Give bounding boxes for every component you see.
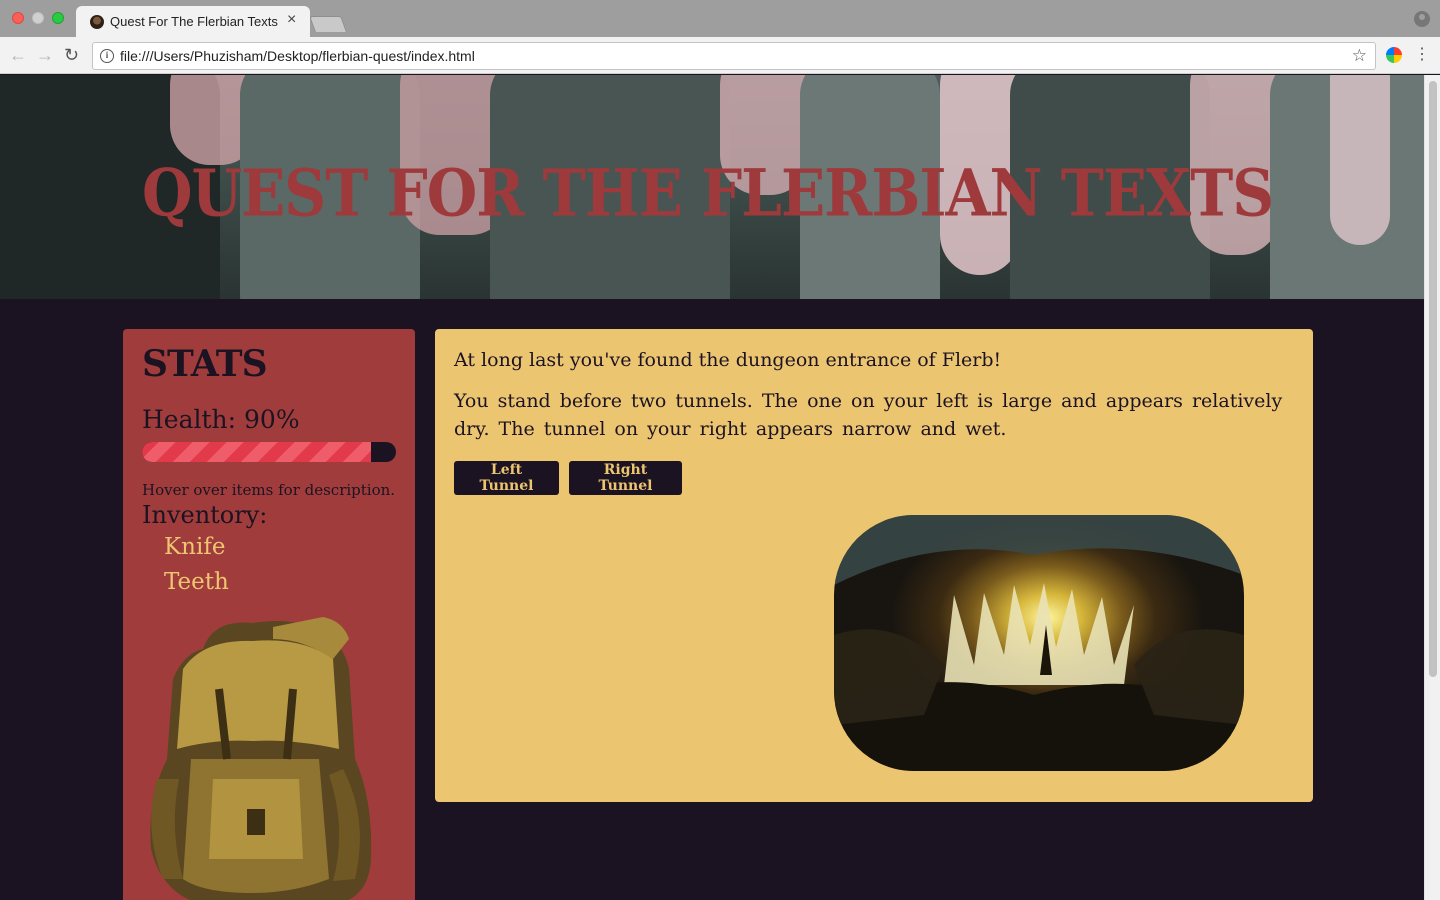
header-banner: Quest For The Flerbian Texts [0, 75, 1424, 299]
info-icon[interactable]: i [100, 49, 114, 63]
browser-tab[interactable]: Quest For The Flerbian Texts × [76, 6, 310, 37]
right-tunnel-button[interactable]: Right Tunnel [569, 461, 682, 495]
new-tab-button[interactable] [309, 16, 347, 32]
zoom-window-button[interactable] [52, 12, 64, 24]
url-text[interactable]: file:///Users/Phuzisham/Desktop/flerbian… [120, 48, 475, 64]
reload-icon[interactable]: ↻ [64, 45, 79, 65]
bookmark-star-icon[interactable]: ☆ [1352, 46, 1367, 66]
left-tunnel-button[interactable]: Left Tunnel [454, 461, 559, 495]
address-bar[interactable]: i file:///Users/Phuzisham/Desktop/flerbi… [92, 42, 1376, 70]
health-bar [142, 442, 396, 462]
inventory-heading: Inventory: [142, 501, 268, 529]
health-bar-fill [142, 442, 371, 462]
scrollbar-thumb[interactable] [1429, 81, 1437, 677]
inventory-item-teeth[interactable]: Teeth [164, 569, 229, 595]
browser-toolbar: ← → ↻ i file:///Users/Phuzisham/Desktop/… [0, 37, 1440, 74]
back-arrow-icon[interactable]: ← [9, 45, 27, 65]
profile-icon[interactable] [1414, 11, 1430, 27]
page-title: Quest For The Flerbian Texts [142, 155, 1274, 232]
inventory-hint: Hover over items for description. [142, 481, 396, 499]
favicon-icon [90, 15, 104, 29]
close-window-button[interactable] [12, 12, 24, 24]
banner-light-shape [1330, 75, 1390, 245]
health-label: Health: 90% [142, 405, 300, 434]
stats-panel: Stats Health: 90% Hover over items for d… [123, 329, 415, 900]
inventory-item-knife[interactable]: Knife [164, 534, 225, 560]
tab-title: Quest For The Flerbian Texts [110, 14, 278, 29]
story-intro-text: At long last you've found the dungeon en… [454, 349, 1002, 371]
page-scrollbar[interactable] [1424, 75, 1440, 900]
story-panel: At long last you've found the dungeon en… [435, 329, 1313, 802]
dungeon-entrance-image [834, 515, 1244, 771]
page-content: Quest For The Flerbian Texts Stats Healt… [0, 75, 1424, 900]
story-description-text: You stand before two tunnels. The one on… [454, 390, 1283, 440]
tab-close-icon[interactable]: × [287, 12, 296, 28]
minimize-window-button[interactable] [32, 12, 44, 24]
forward-arrow-icon[interactable]: → [36, 45, 54, 65]
backpack-image [150, 617, 372, 900]
browser-titlebar: Quest For The Flerbian Texts × [0, 0, 1440, 37]
extension-icon[interactable] [1386, 47, 1402, 63]
stats-heading: Stats [142, 343, 268, 385]
cave-mouth-illustration [834, 515, 1244, 771]
menu-kebab-icon[interactable]: ⋮ [1414, 45, 1430, 65]
